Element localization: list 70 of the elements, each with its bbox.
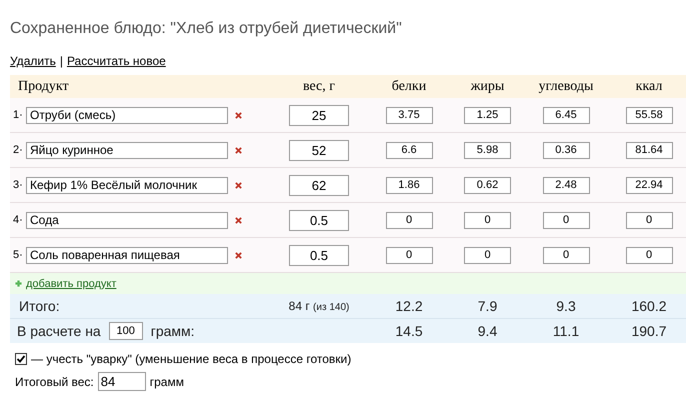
protein-field[interactable]: 3.75 [386,106,432,124]
product-field[interactable]: Отруби (смесь) [26,106,228,124]
amount-field[interactable]: 100 [108,322,143,340]
per-amount-value: 9.4 [476,323,498,339]
kcal-field[interactable]: 55.58 [626,106,672,124]
weight-field[interactable]: 25 [289,104,349,126]
carbs-field[interactable]: 0 [542,212,590,228]
plus-icon [15,280,22,287]
checkbox[interactable] [15,352,27,364]
total-value: 9.3 [555,298,577,314]
protein-field[interactable]: 0 [386,212,432,228]
row-number: 5· [13,248,24,262]
column-header: белки [390,78,428,94]
weight-field[interactable]: 62 [289,174,349,196]
total-value: 12.2 [394,298,424,314]
protein-field[interactable]: 1.86 [386,176,432,194]
delete-icon[interactable] [235,112,242,118]
checkbox-label: — учесть "уварку" (уменьшение веса в процессе готовки) [31,352,352,366]
column-header: вес, г [302,78,336,94]
carbs-field[interactable]: 0.36 [542,142,590,158]
column-header: углеводы [538,78,594,94]
action-link[interactable]: Рассчитать новое [66,54,166,75]
product-field[interactable]: Соль поваренная пищевая [26,246,228,264]
page-title: Сохраненное блюдо: "Хлеб из отрубей диетический" [9,19,403,39]
total-value: 160.2 [630,298,668,314]
fat-field[interactable]: 0 [464,246,511,264]
carbs-field[interactable]: 6.45 [542,106,590,124]
row-number: 4· [13,212,24,228]
delete-icon[interactable] [235,146,242,154]
weight-field[interactable]: 0.5 [289,210,349,230]
kcal-field[interactable]: 22.94 [626,176,672,194]
per-amount-value: 11.1 [552,323,580,339]
fat-field[interactable]: 1.25 [464,106,511,124]
add-product-link[interactable]: добавить продукт [26,278,116,290]
total-value: 7.9 [476,298,498,314]
per-amount-value: 190.7 [630,323,668,339]
delete-icon[interactable] [235,216,242,224]
row-number: 1· [13,108,24,122]
protein-field[interactable]: 6.6 [386,142,432,158]
row-number: 2· [13,142,24,158]
per-amount-value: 14.5 [394,323,424,339]
kcal-field[interactable]: 0 [626,246,672,264]
carbs-field[interactable]: 2.48 [542,176,590,194]
totals-label: Итого: [18,298,60,314]
unit-label: грамм [150,374,184,388]
row-number: 3· [13,178,24,192]
column-header: ккал [634,78,664,94]
product-field[interactable]: Сода [26,212,228,228]
product-field[interactable]: Яйцо куринное [26,142,228,158]
column-header: Продукт [17,78,70,94]
product-field[interactable]: Кефир 1% Весёлый молочник [26,176,228,194]
fat-field[interactable]: 0 [464,212,511,228]
fat-field[interactable]: 0.62 [464,176,511,194]
final-weight-field[interactable]: 84 [98,372,146,391]
action-link[interactable]: Удалить [10,54,56,75]
unit-label: грамм: [150,323,195,339]
link-separator: | [60,54,63,70]
fat-field[interactable]: 5.98 [464,142,511,158]
delete-icon[interactable] [235,252,242,258]
weight-field[interactable]: 0.5 [289,244,349,266]
weight-field[interactable]: 52 [289,140,349,160]
total-weight: 84 г (из 140) [288,299,350,313]
final-weight-label: Итоговый вес: [15,374,94,388]
kcal-field[interactable]: 0 [626,212,672,228]
column-header: жиры [470,78,506,94]
carbs-field[interactable]: 0 [542,246,590,264]
protein-field[interactable]: 0 [386,246,432,264]
kcal-field[interactable]: 81.64 [626,142,672,158]
delete-icon[interactable] [235,182,242,188]
per-amount-label: В расчете на [16,323,101,339]
